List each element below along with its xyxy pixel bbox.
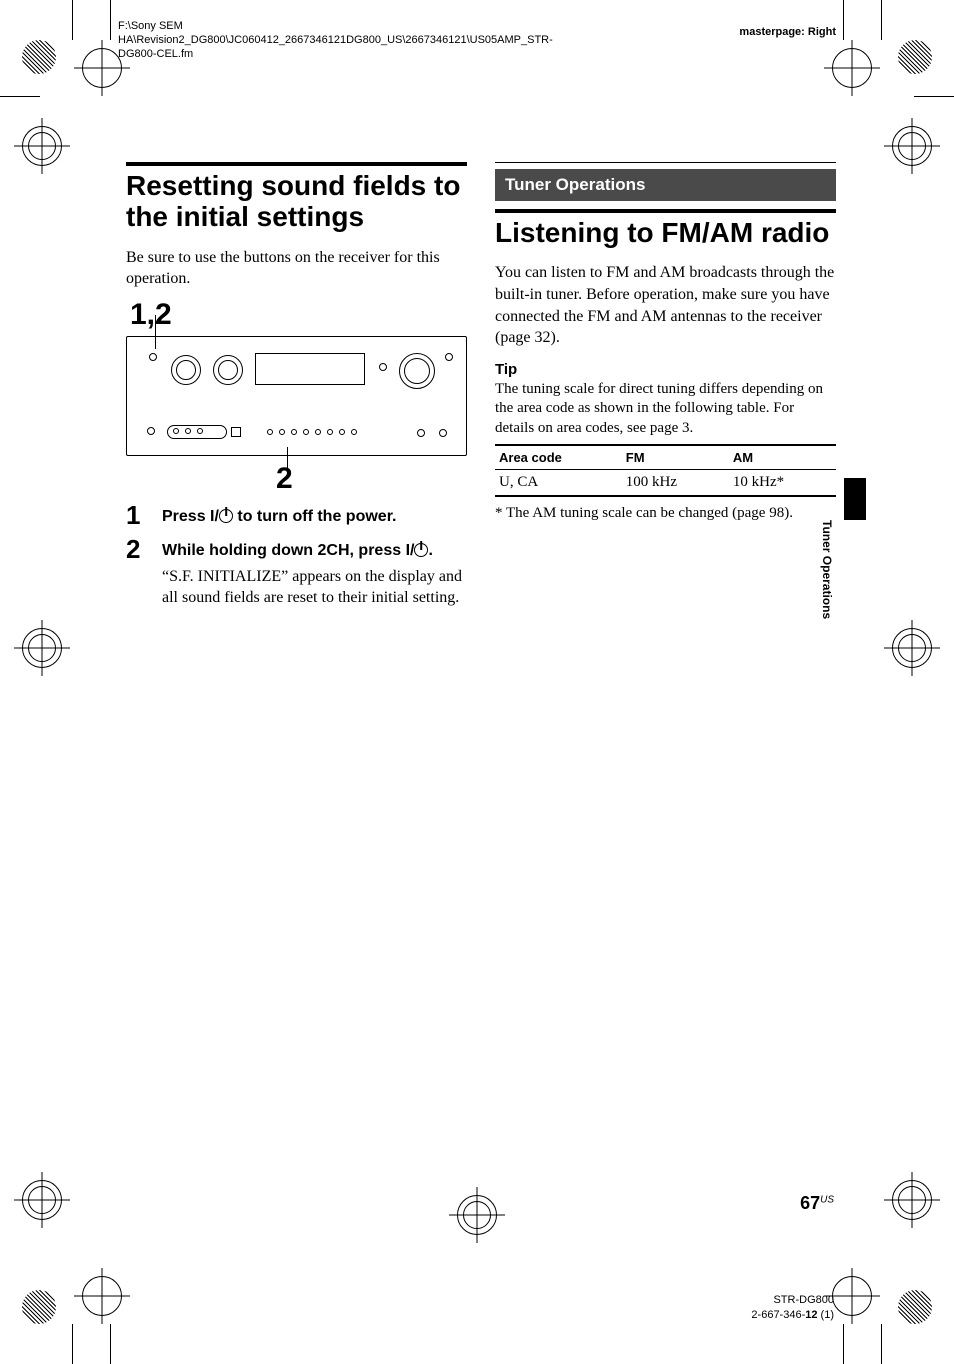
crop-line (843, 1324, 844, 1364)
heading-rule (126, 162, 467, 166)
crop-line (881, 1324, 882, 1364)
table-cell: 100 kHz (622, 470, 729, 497)
step-detail: “S.F. INITIALIZE” appears on the display… (162, 566, 467, 609)
table-header: AM (729, 445, 836, 470)
step-text: While holding down 2CH, press I/. “S.F. … (162, 536, 467, 609)
crop-line (914, 96, 954, 97)
chapter-label: Tuner Operations (495, 169, 836, 201)
crop-line (843, 0, 844, 40)
table-cell: U, CA (495, 470, 622, 497)
receiver-illustration (126, 336, 467, 456)
reg-mark-bottom-left (82, 1276, 122, 1316)
reg-mark-top-left (82, 48, 122, 88)
crop-line (0, 96, 40, 97)
step-number: 2 (126, 536, 152, 609)
reg-mark-top-right (832, 48, 872, 88)
crop-hatch-br (898, 1290, 932, 1324)
reg-mark-center-mid (457, 1195, 497, 1235)
table-footnote: * The AM tuning scale can be changed (pa… (495, 505, 836, 522)
power-icon (414, 543, 428, 557)
thumb-tab (844, 478, 866, 520)
source-file-path: F:\Sony SEM HA\Revision2_DG800\JC060412_… (118, 20, 428, 61)
reg-mark-right-lower (892, 1180, 932, 1220)
table-cell: 10 kHz* (729, 470, 836, 497)
step-number: 1 (126, 502, 152, 528)
crop-hatch-bl (22, 1290, 56, 1324)
heading-rule (495, 209, 836, 213)
doc-number: 2-667-346-12 (1) (751, 1308, 834, 1322)
left-section-title: Resetting sound fields to the initial se… (126, 170, 467, 233)
right-section-title: Listening to FM/AM radio (495, 217, 836, 248)
reg-mark-left-upper (22, 126, 62, 166)
table-header: FM (622, 445, 729, 470)
reg-mark-right-upper (892, 126, 932, 166)
masterpage-label: masterpage: Right (739, 26, 836, 38)
crop-line (110, 0, 111, 40)
step-text: Press I/ to turn off the power. (162, 502, 396, 528)
crop-line (72, 0, 73, 40)
reg-mark-left-lower (22, 1180, 62, 1220)
model-name: STR-DG800 (751, 1293, 834, 1307)
crop-line (881, 0, 882, 40)
callout-bottom: 2 (276, 462, 467, 496)
power-icon (219, 509, 233, 523)
page-number: 67US (800, 1193, 834, 1214)
area-code-table: Area code FM AM U, CA 100 kHz 10 kHz* (495, 444, 836, 497)
reg-mark-right-mid (892, 628, 932, 668)
callout-top: 1,2 (130, 298, 467, 332)
tip-heading: Tip (495, 361, 836, 378)
heading-rule (495, 162, 836, 163)
reg-mark-bottom-right (832, 1276, 872, 1316)
footer-meta: STR-DG800 2-667-346-12 (1) (751, 1293, 834, 1322)
right-intro: You can listen to FM and AM broadcasts t… (495, 262, 836, 348)
crop-hatch-tr (898, 40, 932, 74)
left-intro: Be sure to use the buttons on the receiv… (126, 247, 467, 290)
step-2: 2 While holding down 2CH, press I/. “S.F… (126, 536, 467, 609)
reg-mark-left-mid (22, 628, 62, 668)
crop-hatch-tl (22, 40, 56, 74)
crop-line (110, 1324, 111, 1364)
step-1: 1 Press I/ to turn off the power. (126, 502, 467, 528)
tip-body: The tuning scale for direct tuning diffe… (495, 380, 836, 439)
crop-line (72, 1324, 73, 1364)
table-header: Area code (495, 445, 622, 470)
